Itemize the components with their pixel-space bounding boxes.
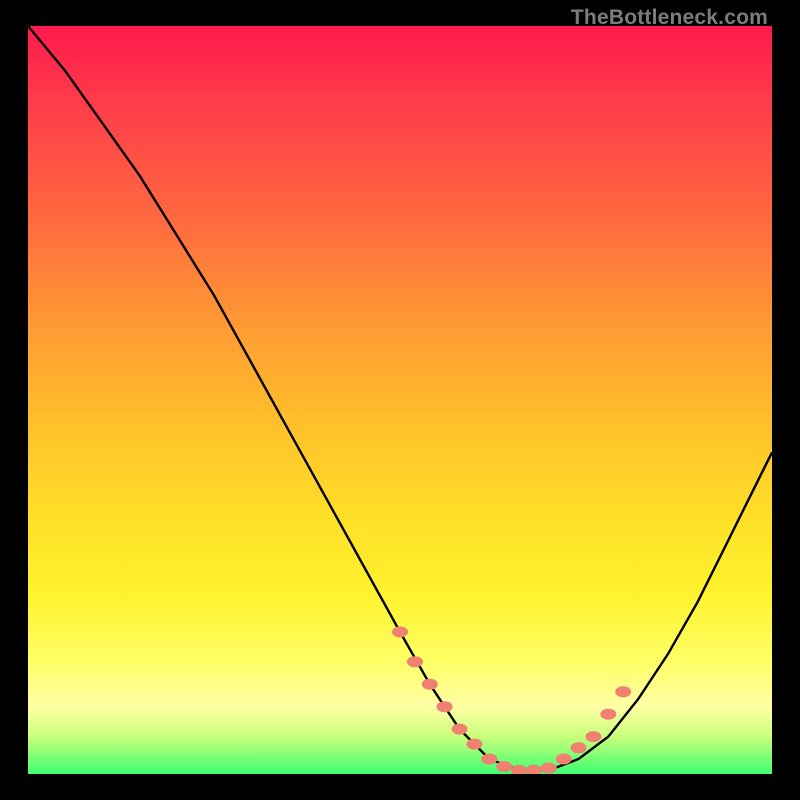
highlight-dot [541, 763, 557, 774]
highlight-dots-group [392, 626, 631, 774]
highlight-dot [392, 626, 408, 637]
highlight-dot [571, 742, 587, 753]
bottleneck-curve [28, 26, 772, 774]
highlight-dot [526, 765, 542, 774]
curve-line [28, 26, 772, 770]
highlight-dot [422, 679, 438, 690]
highlight-dot [615, 686, 631, 697]
highlight-dot [466, 739, 482, 750]
highlight-dot [452, 724, 468, 735]
highlight-dot [556, 754, 572, 765]
chart-plot-area [28, 26, 772, 774]
highlight-dot [496, 761, 512, 772]
highlight-dot [585, 731, 601, 742]
highlight-dot [600, 709, 616, 720]
highlight-dot [511, 765, 527, 774]
highlight-dot [481, 754, 497, 765]
highlight-dot [407, 656, 423, 667]
watermark-text: TheBottleneck.com [571, 6, 768, 30]
highlight-dot [437, 701, 453, 712]
